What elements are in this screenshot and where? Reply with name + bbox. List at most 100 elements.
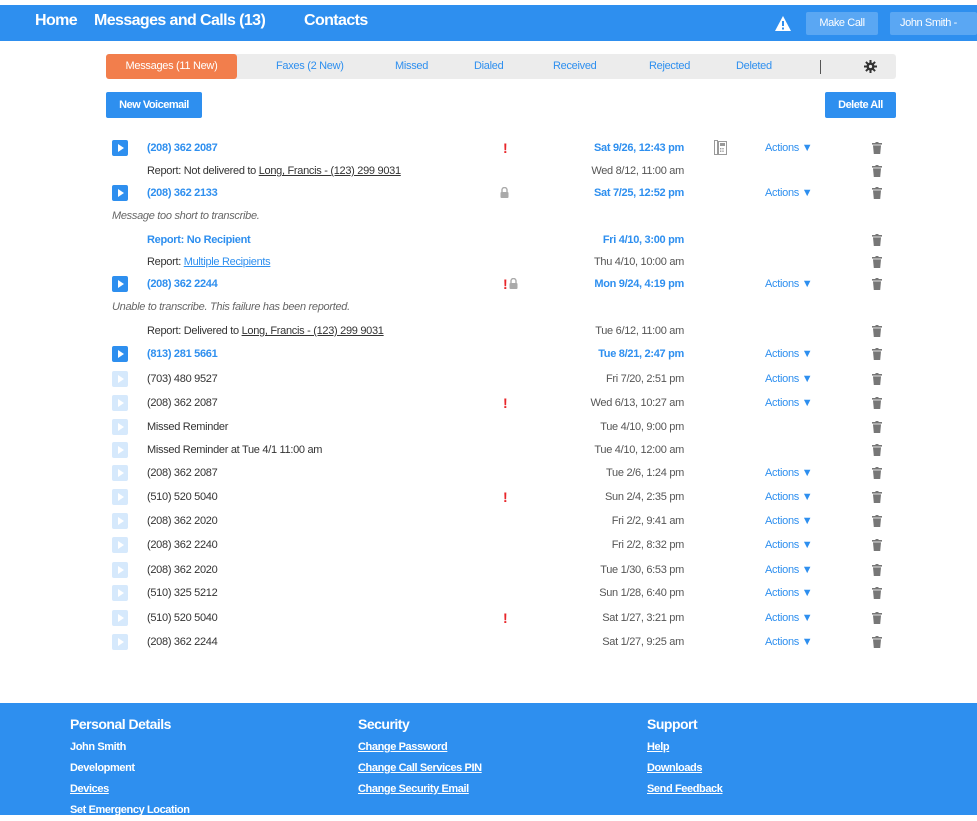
message-title[interactable]: Missed Reminder at Tue 4/1 11:00 am <box>147 439 322 461</box>
fax-icon[interactable] <box>714 140 727 155</box>
new-voicemail-button[interactable]: New Voicemail <box>106 92 202 118</box>
message-title[interactable]: (510) 520 5040 <box>147 486 218 508</box>
play-button[interactable] <box>112 610 128 626</box>
trash-icon[interactable] <box>872 587 882 599</box>
play-button[interactable] <box>112 395 128 411</box>
set-emergency-location-link[interactable]: Set Emergency Location <box>70 800 190 821</box>
report-recipient-link[interactable]: Multiple Recipients <box>184 256 271 268</box>
tab-messages[interactable]: Messages (11 New) <box>106 54 237 79</box>
play-button[interactable] <box>112 513 128 529</box>
play-button[interactable] <box>112 489 128 505</box>
play-button[interactable] <box>112 442 128 458</box>
message-title[interactable]: (703) 480 9527 <box>147 368 218 390</box>
trash-icon[interactable] <box>872 278 882 290</box>
footer-personal-details: Personal Details John Smith Development … <box>70 715 190 821</box>
message-title[interactable]: (208) 362 2244 <box>147 273 218 295</box>
message-title[interactable]: (813) 281 5661 <box>147 343 218 365</box>
trash-icon[interactable] <box>872 636 882 648</box>
message-title[interactable]: Missed Reminder <box>147 416 228 438</box>
report-recipient-link[interactable]: Long, Francis - (123) 299 9031 <box>259 165 401 177</box>
devices-link[interactable]: Devices <box>70 779 190 800</box>
trash-icon[interactable] <box>872 325 882 337</box>
message-row: Missed Reminder Tue 4/10, 9:00 pm <box>0 416 977 438</box>
downloads-link[interactable]: Downloads <box>647 758 723 779</box>
play-button[interactable] <box>112 185 128 201</box>
change-security-email-link[interactable]: Change Security Email <box>358 779 482 800</box>
play-button[interactable] <box>112 562 128 578</box>
top-navbar: Home Messages and Calls (13) Contacts Ma… <box>0 5 977 41</box>
tab-deleted[interactable]: Deleted <box>736 54 772 79</box>
actions-dropdown[interactable]: Actions ▼ <box>765 559 813 581</box>
message-title[interactable]: (208) 362 2020 <box>147 510 218 532</box>
tab-faxes[interactable]: Faxes (2 New) <box>276 54 344 79</box>
nav-home[interactable]: Home <box>35 5 78 41</box>
actions-dropdown[interactable]: Actions ▼ <box>765 534 813 556</box>
actions-dropdown[interactable]: Actions ▼ <box>765 486 813 508</box>
trash-icon[interactable] <box>872 612 882 624</box>
trash-icon[interactable] <box>872 564 882 576</box>
nav-contacts[interactable]: Contacts <box>304 5 368 41</box>
actions-dropdown[interactable]: Actions ▼ <box>765 607 813 629</box>
tab-received[interactable]: Received <box>553 54 597 79</box>
actions-dropdown[interactable]: Actions ▼ <box>765 582 813 604</box>
message-title[interactable]: (510) 520 5040 <box>147 607 218 629</box>
message-title[interactable]: (208) 362 2240 <box>147 534 218 556</box>
play-button[interactable] <box>112 371 128 387</box>
trash-icon[interactable] <box>872 397 882 409</box>
gear-icon[interactable] <box>864 60 877 73</box>
trash-icon[interactable] <box>872 539 882 551</box>
actions-dropdown[interactable]: Actions ▼ <box>765 137 813 159</box>
message-title[interactable]: (208) 362 2020 <box>147 559 218 581</box>
message-title[interactable]: (208) 362 2087 <box>147 392 218 414</box>
message-title[interactable]: (208) 362 2087 <box>147 137 218 159</box>
play-button[interactable] <box>112 419 128 435</box>
warning-icon[interactable] <box>775 16 791 31</box>
trash-icon[interactable] <box>872 256 882 268</box>
message-title[interactable]: (208) 362 2087 <box>147 462 218 484</box>
tab-missed[interactable]: Missed <box>395 54 428 79</box>
nav-messages-and-calls[interactable]: Messages and Calls (13) <box>94 5 266 41</box>
tab-dialed[interactable]: Dialed <box>474 54 504 79</box>
play-button[interactable] <box>112 140 128 156</box>
actions-dropdown[interactable]: Actions ▼ <box>765 343 813 365</box>
tab-rejected[interactable]: Rejected <box>649 54 690 79</box>
help-link[interactable]: Help <box>647 737 723 758</box>
trash-icon[interactable] <box>872 234 882 246</box>
report-text: Report: Not delivered to Long, Francis -… <box>147 160 401 182</box>
trash-icon[interactable] <box>872 421 882 433</box>
actions-dropdown[interactable]: Actions ▼ <box>765 182 813 204</box>
trash-icon[interactable] <box>872 348 882 360</box>
send-feedback-link[interactable]: Send Feedback <box>647 779 723 800</box>
trash-icon[interactable] <box>872 491 882 503</box>
play-button[interactable] <box>112 537 128 553</box>
user-menu-button[interactable]: John Smith - <box>890 12 977 35</box>
trash-icon[interactable] <box>872 515 882 527</box>
message-title[interactable]: (208) 362 2244 <box>147 631 218 653</box>
trash-icon[interactable] <box>872 373 882 385</box>
actions-dropdown[interactable]: Actions ▼ <box>765 631 813 653</box>
trash-icon[interactable] <box>872 444 882 456</box>
trash-icon[interactable] <box>872 142 882 154</box>
play-button[interactable] <box>112 585 128 601</box>
play-button[interactable] <box>112 346 128 362</box>
actions-dropdown[interactable]: Actions ▼ <box>765 510 813 532</box>
trash-icon[interactable] <box>872 187 882 199</box>
message-title[interactable]: (208) 362 2133 <box>147 182 218 204</box>
change-password-link[interactable]: Change Password <box>358 737 482 758</box>
actions-dropdown[interactable]: Actions ▼ <box>765 368 813 390</box>
play-button[interactable] <box>112 276 128 292</box>
trash-icon[interactable] <box>872 165 882 177</box>
actions-dropdown[interactable]: Actions ▼ <box>765 462 813 484</box>
message-row: (208) 362 2087! Sat 9/26, 12:43 pm Actions… <box>0 137 977 159</box>
change-pin-link[interactable]: Change Call Services PIN <box>358 758 482 779</box>
play-button[interactable] <box>112 465 128 481</box>
message-title[interactable]: (510) 325 5212 <box>147 582 218 604</box>
actions-dropdown[interactable]: Actions ▼ <box>765 392 813 414</box>
report-recipient-link[interactable]: Long, Francis - (123) 299 9031 <box>242 325 384 337</box>
make-call-button[interactable]: Make Call <box>806 12 878 35</box>
play-button[interactable] <box>112 634 128 650</box>
trash-icon[interactable] <box>872 467 882 479</box>
delete-all-button[interactable]: Delete All <box>825 92 896 118</box>
actions-dropdown[interactable]: Actions ▼ <box>765 273 813 295</box>
message-tabs: Messages (11 New) Faxes (2 New) Missed D… <box>106 54 896 79</box>
